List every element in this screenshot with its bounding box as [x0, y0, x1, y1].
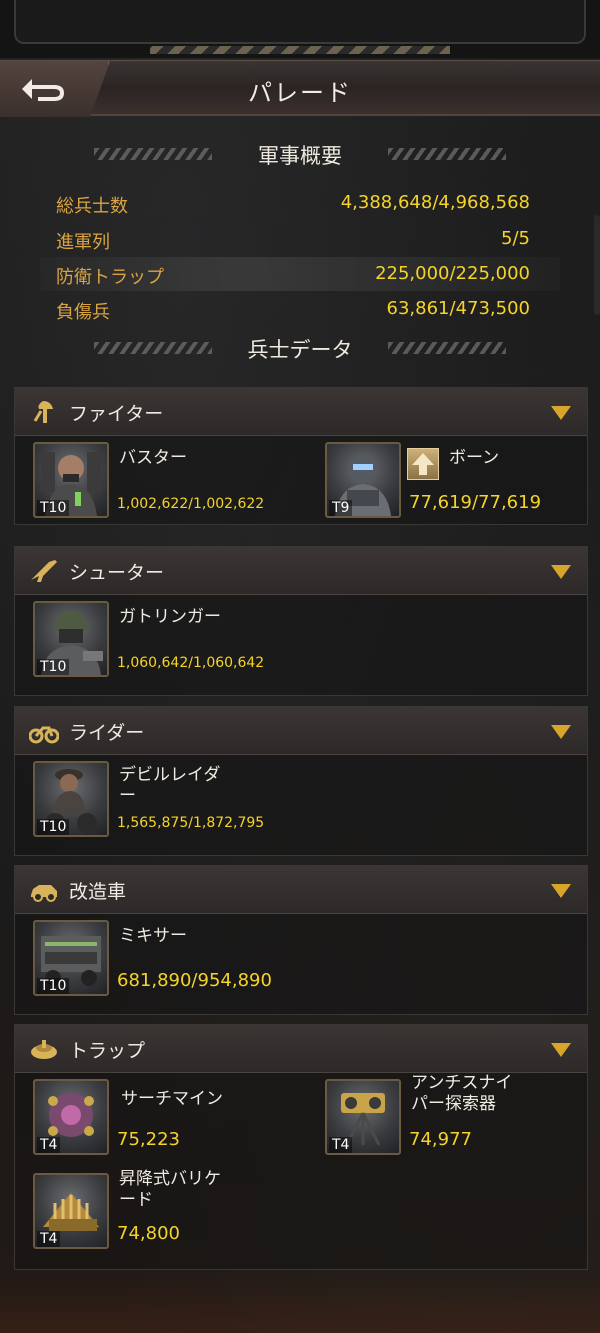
summary-label: 進軍列 [56, 232, 110, 253]
unit-portrait: T10 [33, 442, 109, 518]
chevron-down-icon[interactable] [551, 725, 571, 739]
category-label: ファイター [69, 403, 164, 425]
unit-count: 1,565,875/1,872,795 [117, 815, 265, 831]
summary-title: 軍事概要 [258, 144, 342, 168]
soldier-data-title: 兵士データ [247, 338, 353, 362]
chevron-down-icon[interactable] [551, 884, 571, 898]
category-panel-trap: トラップ T4 サーチマイン 75,223 T4 アンチスナイ パー探索器 74… [14, 1024, 588, 1270]
unit-portrait: T4 [325, 1079, 401, 1155]
chevron-down-icon[interactable] [551, 406, 571, 420]
unit-name: デビルレイダ ー [119, 765, 221, 806]
unit-count: 1,060,642/1,060,642 [117, 655, 265, 671]
unit-portrait: T4 [33, 1173, 109, 1249]
car-icon [31, 885, 57, 902]
category-header-rider[interactable]: ライダー [15, 707, 587, 755]
page-title: パレード [248, 79, 352, 107]
unit-count: 1,002,622/1,002,622 [117, 496, 265, 512]
axe-icon [33, 401, 53, 423]
unit-card[interactable]: T4 昇降式バリケ ード 74,800 [33, 1169, 293, 1253]
unit-count: 681,890/954,890 [117, 970, 272, 991]
category-label: シューター [69, 562, 165, 584]
unit-count: 74,800 [117, 1223, 180, 1244]
category-label: ライダー [69, 722, 145, 744]
rifle-icon [31, 560, 57, 582]
tier-label: T4 [37, 1231, 61, 1247]
title-stripes-right [388, 148, 506, 160]
tier-label: T10 [37, 978, 70, 994]
summary-row-march: 進軍列 5/5 [40, 222, 560, 256]
summary-label: 負傷兵 [56, 302, 110, 323]
unit-portrait: T10 [33, 601, 109, 677]
unit-card[interactable]: T10 ガトリンガー 1,060,642/1,060,642 [33, 601, 293, 681]
chevron-down-icon[interactable] [551, 1043, 571, 1057]
unit-name: アンチスナイ パー探索器 [411, 1073, 513, 1114]
unit-card[interactable]: T10 ミキサー 681,890/954,890 [33, 920, 293, 1000]
category-header-shooter[interactable]: シューター [15, 547, 587, 595]
unit-card[interactable]: T10 デビルレイダ ー 1,565,875/1,872,795 [33, 761, 293, 841]
summary-label: 総兵士数 [56, 196, 128, 217]
unit-count: 74,977 [409, 1129, 472, 1150]
motorcycle-icon [29, 726, 59, 744]
landmine-icon [31, 1040, 57, 1059]
category-panel-modified-car: 改造車 T10 ミキサー 681,890/954,890 [14, 865, 588, 1015]
tier-label: T4 [37, 1137, 61, 1153]
unit-portrait: T4 [33, 1079, 109, 1155]
category-header-trap[interactable]: トラップ [15, 1025, 587, 1073]
summary-label: 防衛トラップ [56, 267, 164, 288]
unit-name: ボーン [449, 448, 500, 468]
unit-name: バスター [119, 448, 187, 468]
unit-card[interactable]: T10 バスター 1,002,622/1,002,622 [33, 442, 293, 522]
header-bar: パレード [0, 60, 600, 117]
top-frame-inner [14, 0, 586, 44]
category-panel-shooter: シューター T10 ガトリンガー 1,060,642/1,060,642 [14, 546, 588, 696]
unit-portrait: T10 [33, 761, 109, 837]
category-label: トラップ [69, 1040, 146, 1062]
unit-card[interactable]: T4 アンチスナイ パー探索器 74,977 [325, 1073, 585, 1159]
category-label: 改造車 [69, 881, 127, 903]
category-panel-rider: ライダー T10 デビルレイダ ー 1,565,875/1,872,795 [14, 706, 588, 856]
unit-count: 75,223 [117, 1129, 180, 1150]
summary-row-traps: 防衛トラップ 225,000/225,000 [40, 257, 560, 291]
unit-portrait: T9 [325, 442, 401, 518]
bottom-glow [0, 1273, 600, 1333]
tier-label: T10 [37, 659, 70, 675]
unit-card[interactable]: T4 サーチマイン 75,223 [33, 1079, 293, 1159]
unit-count: 77,619/77,619 [409, 492, 542, 513]
title-stripes-right [388, 342, 506, 354]
unit-name: ガトリンガー [119, 607, 221, 627]
category-panel-fighter: ファイター T10 バスター 1,002,622/1,002,622 T9 ボー… [14, 387, 588, 525]
summary-row-total: 総兵士数 4,388,648/4,968,568 [40, 186, 560, 220]
scroll-handle[interactable] [594, 215, 600, 315]
hazard-stripe [150, 46, 450, 54]
summary-value: 5/5 [501, 228, 530, 249]
chevron-down-icon[interactable] [551, 565, 571, 579]
tier-label: T4 [329, 1137, 353, 1153]
unit-portrait: T10 [33, 920, 109, 996]
summary-value: 63,861/473,500 [386, 298, 530, 319]
category-header-modified-car[interactable]: 改造車 [15, 866, 587, 914]
summary-value: 225,000/225,000 [375, 263, 530, 284]
summary-row-wounded: 負傷兵 63,861/473,500 [40, 292, 560, 326]
unit-name: ミキサー [119, 926, 187, 946]
tier-label: T9 [329, 500, 353, 516]
unit-name: 昇降式バリケ ード [119, 1169, 221, 1210]
tier-label: T10 [37, 819, 70, 835]
top-frame [0, 0, 600, 58]
tier-label: T10 [37, 500, 70, 516]
unit-card[interactable]: T9 ボーン 77,619/77,619 [325, 442, 585, 522]
unit-name: サーチマイン [121, 1089, 223, 1109]
category-header-fighter[interactable]: ファイター [15, 388, 587, 436]
upgrade-arrow-icon[interactable] [407, 448, 439, 480]
summary-value: 4,388,648/4,968,568 [340, 192, 530, 213]
